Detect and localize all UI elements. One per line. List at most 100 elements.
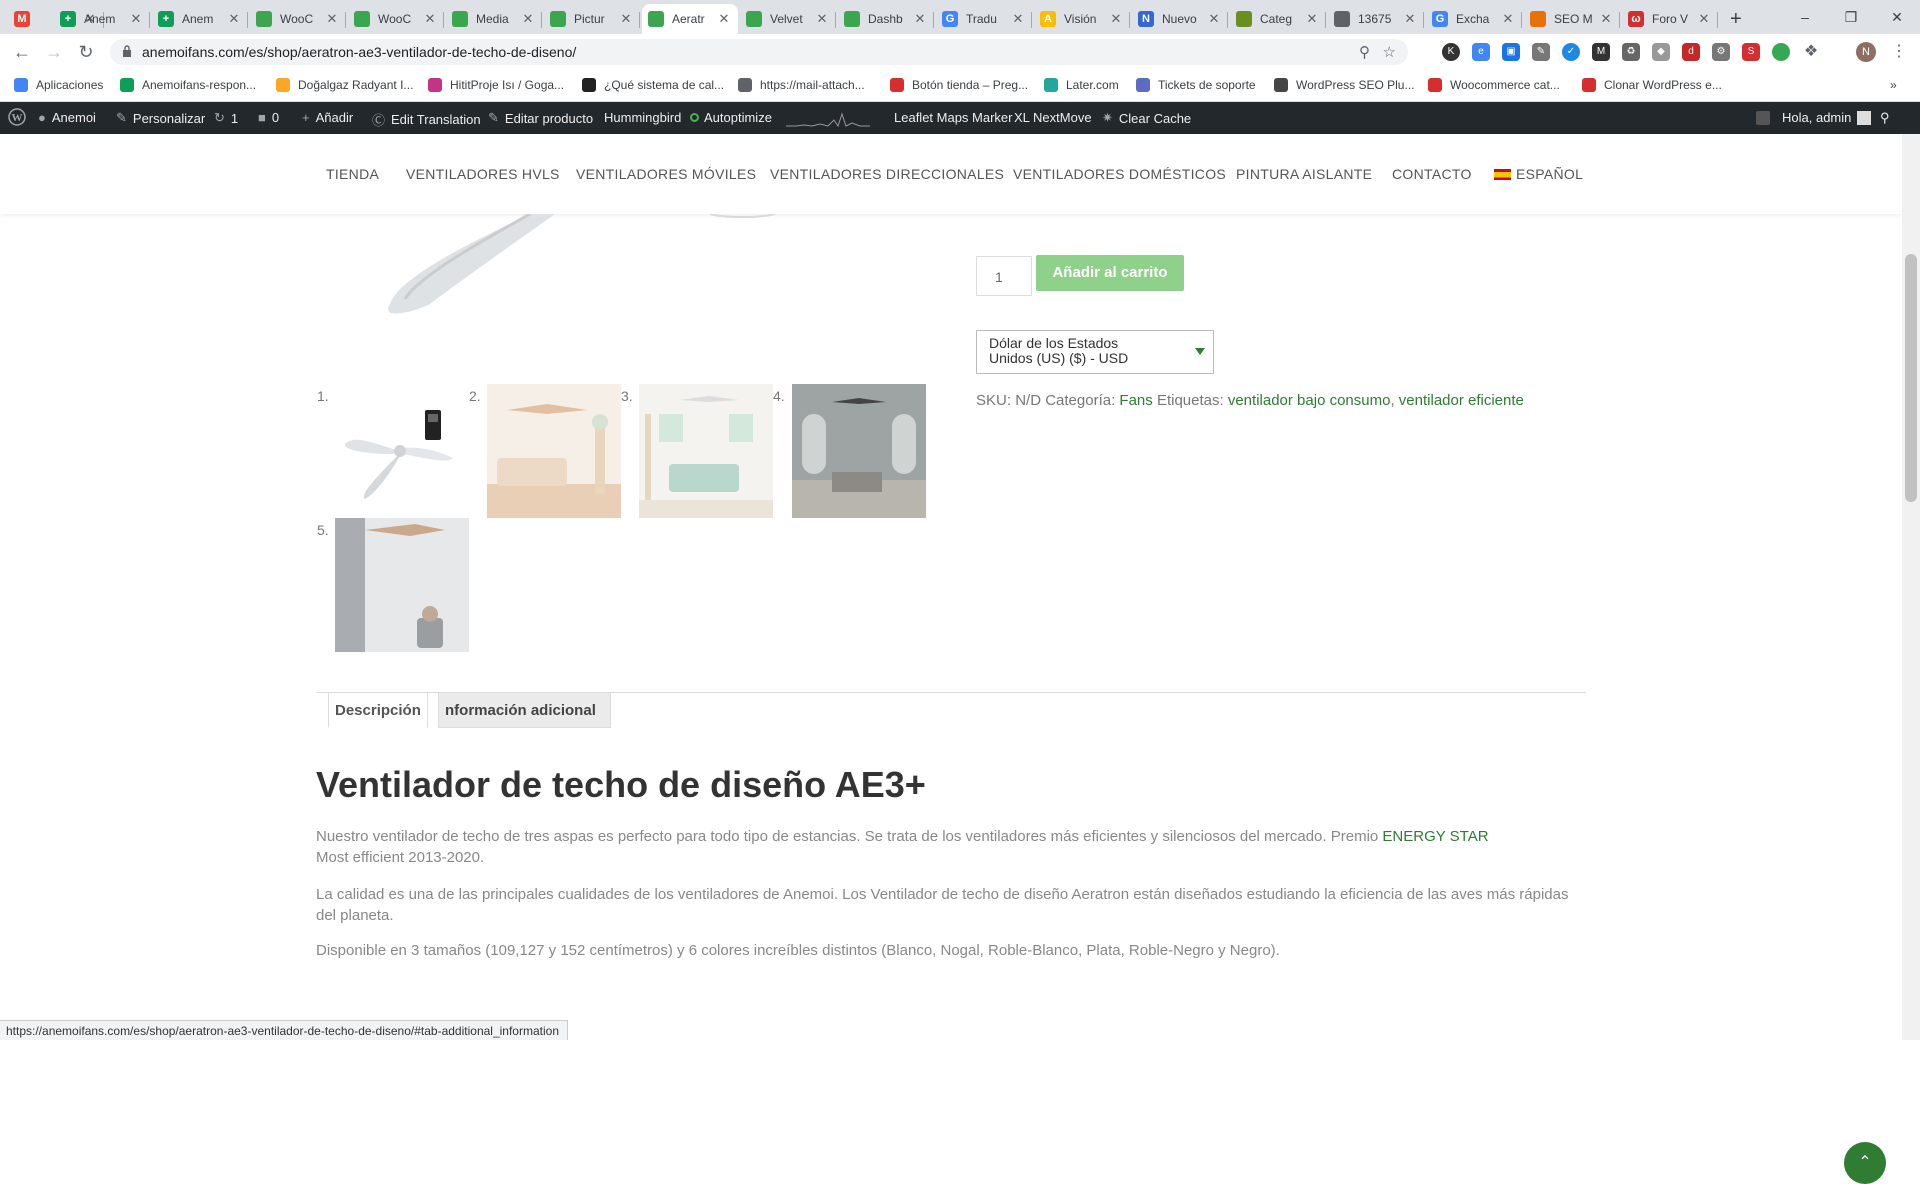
tab-informacion-adicional[interactable]: nformación adicional <box>438 692 611 728</box>
menu-item-language[interactable]: ESPAÑOL <box>1494 166 1583 182</box>
adminbar-search-icon[interactable]: ⚲ <box>1880 110 1890 126</box>
adminbar-clear-cache[interactable]: ✷ Clear Cache <box>1102 110 1191 126</box>
address-bar[interactable]: anemoifans.com/es/shop/aeratron-ae3-vent… <box>110 39 1408 65</box>
close-window-button[interactable]: ✕ <box>1874 4 1920 30</box>
extensions-puzzle-icon[interactable]: ❖ <box>1802 43 1820 61</box>
browser-tab[interactable]: WooC ✕ <box>250 4 346 34</box>
tab-close-icon[interactable]: ✕ <box>1500 11 1516 27</box>
tab-close-icon[interactable]: ✕ <box>814 11 830 27</box>
extension-recycle-icon[interactable]: ♻ <box>1622 43 1640 61</box>
menu-item-direccionales[interactable]: VENTILADORES DIRECCIONALES <box>770 166 1004 182</box>
tab-close-icon[interactable]: ✕ <box>324 11 340 27</box>
wpml-icon[interactable] <box>1756 111 1770 125</box>
back-icon[interactable]: ← <box>10 40 34 64</box>
bookmark-item[interactable]: Anemoifans-respon... <box>120 78 256 92</box>
bookmark-item[interactable]: Aplicaciones <box>14 78 103 92</box>
menu-item-contacto[interactable]: CONTACTO <box>1392 166 1472 182</box>
adminbar-leaflet[interactable]: Leaflet Maps Marker <box>894 110 1013 125</box>
browser-tab[interactable]: SEO M ✕ <box>1524 4 1620 34</box>
adminbar-comments[interactable]: ■ 0 <box>258 110 279 125</box>
menu-kebab-icon[interactable]: ⋮ <box>1890 43 1908 61</box>
browser-tab[interactable]: + Anem ✕ <box>54 4 150 34</box>
minimize-button[interactable]: – <box>1782 4 1828 30</box>
forward-icon[interactable]: → <box>42 40 66 64</box>
quantity-input[interactable]: 1 <box>976 256 1032 296</box>
tab-descripcion[interactable]: Descripción <box>328 692 428 728</box>
menu-item-hvls[interactable]: VENTILADORES HVLS <box>406 166 560 182</box>
tab-close-icon[interactable]: ✕ <box>1108 11 1124 27</box>
product-main-image[interactable] <box>380 214 800 314</box>
scroll-to-top-button[interactable]: ⌃ <box>1844 1142 1886 1184</box>
menu-item-pintura[interactable]: PINTURA AISLANTE <box>1236 166 1372 182</box>
bookmark-item[interactable]: https://mail-attach... <box>738 78 865 92</box>
tag-link-bajo-consumo[interactable]: ventilador bajo consumo <box>1228 392 1391 409</box>
adminbar-updates[interactable]: ↻ 1 <box>214 110 238 126</box>
browser-tab[interactable]: ω Foro V ✕ <box>1622 4 1718 34</box>
bookmark-item[interactable]: Clonar WordPress e... <box>1582 78 1722 92</box>
bookmark-item[interactable]: Later.com <box>1044 78 1119 92</box>
tab-close-icon[interactable]: ✕ <box>1696 11 1712 27</box>
adminbar-new[interactable]: + Añadir <box>302 110 353 125</box>
tab-close-icon[interactable]: ✕ <box>618 11 634 27</box>
adminbar-account[interactable]: Hola, admin <box>1782 110 1872 125</box>
tab-close-icon[interactable]: ✕ <box>1206 11 1222 27</box>
new-tab-button[interactable]: + <box>1724 4 1754 34</box>
browser-tab[interactable]: N Nuevo ✕ <box>1132 4 1228 34</box>
tab-close-icon[interactable]: ✕ <box>128 11 144 27</box>
browser-tab[interactable]: A Visión ✕ <box>1034 4 1130 34</box>
tab-close-icon[interactable]: ✕ <box>1304 11 1320 27</box>
bookmark-item[interactable]: Tickets de soporte <box>1136 78 1256 92</box>
browser-tab[interactable]: Pictur ✕ <box>544 4 640 34</box>
thumbnail-5[interactable] <box>335 518 469 652</box>
thumbnail-4[interactable] <box>792 384 926 518</box>
adminbar-site[interactable]: ● Anemoi <box>38 110 96 125</box>
extension-ip-icon[interactable]: e <box>1472 43 1490 61</box>
tab-close-icon[interactable]: ✕ <box>226 11 242 27</box>
thumbnail-3[interactable] <box>639 384 773 518</box>
adminbar-nextmove[interactable]: XL NextMove <box>1014 110 1092 125</box>
extension-gear-icon[interactable]: ⚙ <box>1712 43 1730 61</box>
adminbar-autoptimize[interactable]: Autoptimize <box>690 110 772 125</box>
adminbar-hummingbird[interactable]: Hummingbird <box>604 110 681 125</box>
tab-close-icon[interactable]: ✕ <box>422 11 438 27</box>
browser-tab[interactable]: Aeratr ✕ <box>642 4 738 34</box>
browser-tab[interactable]: G Tradu ✕ <box>936 4 1032 34</box>
browser-tab[interactable]: Velvet ✕ <box>740 4 836 34</box>
page-scrollbar-thumb[interactable] <box>1905 254 1917 502</box>
bookmark-item[interactable]: Botón tienda – Preg... <box>890 78 1028 92</box>
tab-close-icon[interactable]: ✕ <box>1402 11 1418 27</box>
tab-close-icon[interactable]: ✕ <box>716 11 732 27</box>
extension-leaf-icon[interactable] <box>1772 43 1790 61</box>
extension-desc-icon[interactable]: d <box>1682 43 1700 61</box>
browser-tab[interactable]: + Anem ✕ <box>152 4 248 34</box>
browser-tab[interactable]: 13675 ✕ <box>1328 4 1424 34</box>
extension-tag-icon[interactable]: ◆ <box>1652 43 1670 61</box>
browser-tab[interactable]: Media ✕ <box>446 4 542 34</box>
extension-m-icon[interactable]: M <box>1592 43 1610 61</box>
adminbar-translate[interactable]: Ⓒ Edit Translation <box>372 110 481 129</box>
tag-link-eficiente[interactable]: ventilador eficiente <box>1399 392 1524 409</box>
extension-check-icon[interactable]: ✓ <box>1562 43 1580 61</box>
bookmark-item[interactable]: ¿Qué sistema de cal... <box>582 78 724 92</box>
extension-screenshot-icon[interactable]: ▣ <box>1502 43 1520 61</box>
menu-item-domesticos[interactable]: VENTILADORES DOMÉSTICOS <box>1013 166 1226 182</box>
tab-close-icon[interactable]: ✕ <box>1598 11 1614 27</box>
category-link[interactable]: Fans <box>1119 392 1152 409</box>
thumbnail-1[interactable] <box>335 384 469 518</box>
browser-tab[interactable]: Dashb ✕ <box>838 4 934 34</box>
zoom-icon[interactable]: ⚲ <box>1359 43 1370 61</box>
thumbnail-2[interactable] <box>487 384 621 518</box>
reload-icon[interactable]: ↻ <box>74 40 98 64</box>
profile-avatar[interactable]: N <box>1856 42 1876 62</box>
add-to-cart-button[interactable]: Añadir al carrito <box>1036 255 1184 291</box>
extension-k-icon[interactable]: K <box>1442 43 1460 61</box>
bookmark-star-icon[interactable]: ☆ <box>1383 43 1396 61</box>
menu-item-moviles[interactable]: VENTILADORES MÓVILES <box>576 166 756 182</box>
extension-s-icon[interactable]: S <box>1742 43 1760 61</box>
menu-item-tienda[interactable]: TIENDA <box>326 166 379 182</box>
adminbar-customize[interactable]: ✎ Personalizar <box>116 110 205 126</box>
tab-close-icon[interactable]: ✕ <box>912 11 928 27</box>
browser-tab[interactable]: Categ ✕ <box>1230 4 1326 34</box>
restore-button[interactable]: ❐ <box>1828 4 1874 30</box>
energy-star-link[interactable]: ENERGY STAR <box>1382 828 1488 845</box>
